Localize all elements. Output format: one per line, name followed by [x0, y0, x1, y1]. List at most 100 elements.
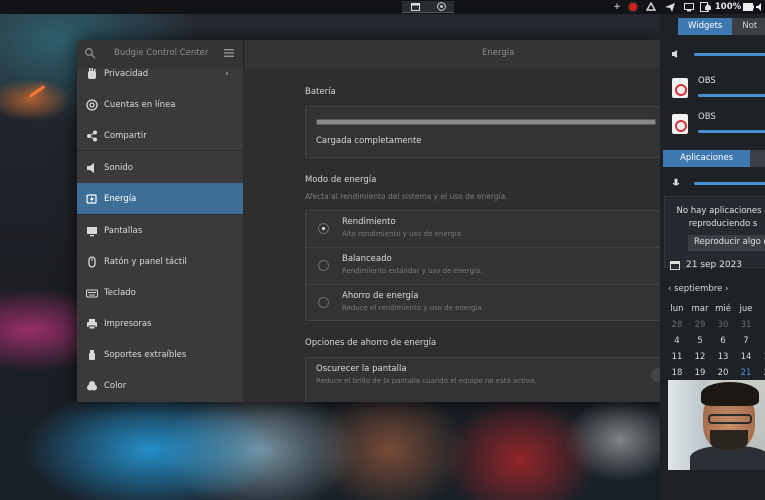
power-mode-title: Modo de energía	[305, 175, 377, 185]
top-panel: + 100%	[0, 0, 765, 14]
prev-month-icon[interactable]: ‹	[668, 284, 671, 294]
calendar-day[interactable]: 29	[689, 320, 711, 330]
app-volume-row: OBS	[660, 74, 765, 104]
settings-sidebar: Privacidad › Cuentas en línea Compartir …	[77, 68, 243, 402]
calendar-weekday: jue	[739, 304, 753, 314]
media-tabs: Aplicaciones	[663, 150, 765, 167]
option-subtitle: Reduce el rendimiento y uso de energía.	[342, 304, 484, 312]
battery-frame: Cargada completamente	[305, 106, 660, 158]
no-apps-line-2: reproduciendo s	[688, 219, 758, 229]
wallpaper-streak	[28, 85, 46, 98]
app-volume-slider[interactable]	[698, 94, 765, 97]
play-something-button[interactable]: Reproducir algo de	[688, 235, 765, 251]
calendar-header: 21 sep 2023	[670, 260, 742, 270]
radio-button[interactable]	[318, 297, 329, 308]
record-icon[interactable]	[626, 1, 640, 13]
power-mode-options: Rendimiento Alto rendimiento y uso de en…	[305, 210, 660, 321]
power-mode-balanceado[interactable]: Balanceado Rendimiento estándar y uso de…	[306, 248, 660, 284]
sidebar-item-privacidad[interactable]: Privacidad ›	[77, 68, 243, 89]
calendar-day[interactable]: 4	[666, 336, 688, 346]
at-icon	[86, 98, 98, 111]
calendar-day[interactable]: 12	[689, 352, 711, 362]
dim-screen-row[interactable]: Oscurecer la pantalla Reduce el brillo d…	[306, 358, 660, 394]
tab-notifications[interactable]: Not	[732, 18, 765, 35]
calendar-month: septiembre	[674, 284, 723, 294]
calendar-weekday: lun	[670, 304, 684, 314]
calendar-day[interactable]: 15	[758, 352, 765, 362]
sidebar-item-soportes[interactable]: Soportes extraíbles	[77, 339, 243, 370]
power-mode-ahorro[interactable]: Ahorro de energía Reduce el rendimiento …	[306, 285, 660, 321]
no-apps-line-1: No hay aplicaciones a	[676, 206, 765, 216]
sidebar-item-energia[interactable]: Energía	[77, 183, 243, 214]
power-saving-title: Opciones de ahorro de energía	[305, 338, 437, 348]
raven-tabs: Widgets Not	[678, 18, 765, 35]
calendar-day[interactable]: 8	[758, 336, 765, 346]
tab-devices[interactable]	[750, 150, 765, 167]
calendar-date: 21 sep 2023	[686, 260, 743, 270]
taskbar-window-button[interactable]	[402, 1, 428, 13]
tab-widgets[interactable]: Widgets	[678, 18, 733, 35]
calendar-day[interactable]: 30	[712, 320, 734, 330]
sidebar-separator	[77, 150, 243, 151]
calendar-day[interactable]: 22	[758, 368, 765, 378]
battery-percentage[interactable]: 100%	[714, 1, 742, 13]
battery-icon[interactable]	[742, 1, 754, 13]
sidebar-item-pantallas[interactable]: Pantallas	[77, 215, 243, 246]
calendar-day[interactable]: 28	[666, 320, 688, 330]
sidebar-item-label: Teclado	[104, 287, 136, 298]
calendar-day[interactable]: 31	[735, 320, 757, 330]
window-header: Budgie Control Center Energía	[77, 40, 660, 68]
sidebar-item-cuentas[interactable]: Cuentas en línea	[77, 89, 243, 120]
volume-icon[interactable]	[755, 1, 765, 13]
window-icon	[410, 2, 420, 11]
sidebar-item-label: Soportes extraíbles	[104, 349, 187, 360]
radio-button[interactable]	[318, 260, 329, 271]
send-icon[interactable]	[664, 1, 676, 13]
mic-volume-slider[interactable]	[694, 182, 765, 185]
power-mode-rendimiento[interactable]: Rendimiento Alto rendimiento y uso de en…	[306, 211, 660, 247]
calendar-day[interactable]: 5	[689, 336, 711, 346]
tab-aplicaciones[interactable]: Aplicaciones	[663, 150, 751, 167]
webcam-person-beard	[710, 430, 748, 450]
app-icon	[672, 114, 688, 134]
calendar-day[interactable]: 20	[712, 368, 734, 378]
app-volume-slider[interactable]	[698, 130, 765, 133]
app-title: Budgie Control Center	[114, 48, 209, 58]
calendar-day[interactable]: 7	[735, 336, 757, 346]
radio-button-selected[interactable]	[318, 223, 329, 234]
hand-icon	[88, 68, 96, 79]
next-month-icon[interactable]: ›	[725, 284, 728, 294]
dim-screen-switch[interactable]	[651, 368, 660, 382]
sidebar-item-raton[interactable]: Ratón y panel táctil	[77, 246, 243, 277]
option-title: Ahorro de energía	[342, 291, 419, 301]
bell-icon[interactable]	[703, 1, 713, 13]
sidebar-item-color[interactable]: Color	[77, 370, 243, 401]
option-title: Balanceado	[342, 254, 392, 264]
calendar-day[interactable]: 18	[666, 368, 688, 378]
obs-icon	[436, 2, 446, 11]
sidebar-item-impresoras[interactable]: Impresoras	[77, 308, 243, 339]
palette-icon	[87, 380, 97, 390]
calendar-day[interactable]: 19	[689, 368, 711, 378]
calendar-day[interactable]: 14	[735, 352, 757, 362]
screen-icon[interactable]	[683, 1, 695, 13]
header-separator	[243, 40, 244, 68]
calendar-icon	[670, 261, 680, 270]
calendar-day[interactable]: 21	[735, 368, 757, 378]
sidebar-item-sonido[interactable]: Sonido	[77, 152, 243, 183]
sidebar-item-compartir[interactable]: Compartir	[77, 120, 243, 151]
calendar-day[interactable]: 1	[758, 320, 765, 330]
taskbar-obs-button[interactable]	[428, 1, 454, 13]
master-volume-slider[interactable]	[694, 53, 765, 56]
search-icon[interactable]	[84, 47, 96, 59]
hamburger-menu-icon[interactable]	[223, 48, 235, 58]
option-subtitle: Reduce el brillo de la pantalla cuando e…	[316, 377, 537, 385]
calendar-day[interactable]: 11	[666, 352, 688, 362]
calendar-day[interactable]: 13	[712, 352, 734, 362]
page-title: Energía	[482, 48, 515, 58]
calendar-day[interactable]: 6	[712, 336, 734, 346]
plus-icon[interactable]: +	[612, 1, 622, 13]
recycle-icon[interactable]	[645, 1, 657, 13]
display-icon	[87, 226, 97, 236]
sidebar-item-teclado[interactable]: Teclado	[77, 277, 243, 308]
